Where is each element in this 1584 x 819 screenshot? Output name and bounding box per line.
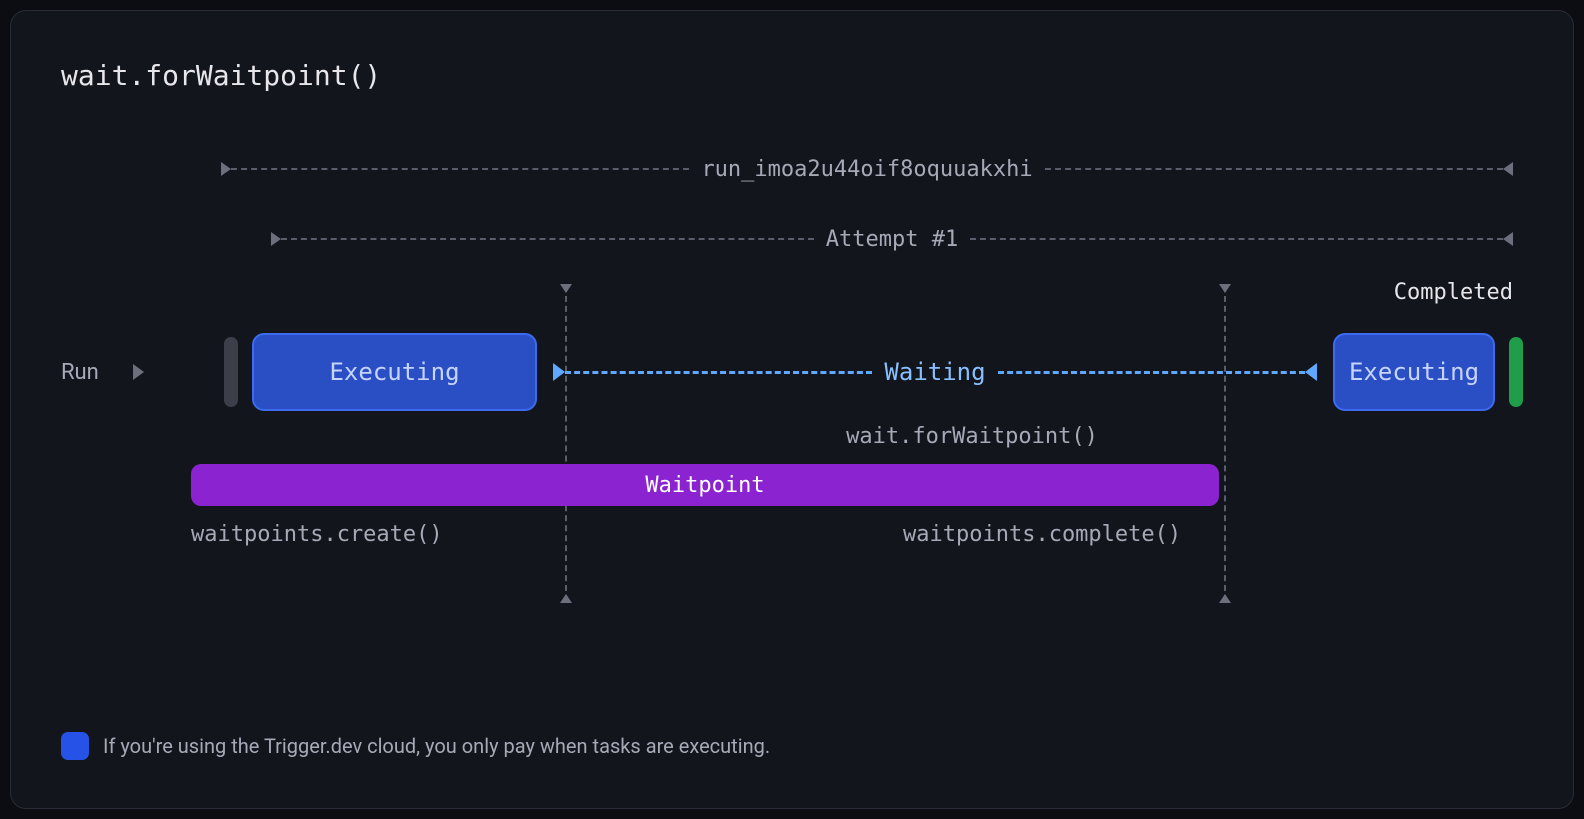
chevron-left-icon (1305, 363, 1317, 381)
completed-marker (1509, 337, 1523, 407)
timeline-diagram: run_imoa2u44oif8oquuakxhi Attempt #1 Com… (61, 152, 1523, 652)
diagram-panel: wait.forWaitpoint() run_imoa2u44oif8oquu… (10, 10, 1574, 809)
waitpoints-complete-label: waitpoints.complete() (903, 522, 1181, 547)
run-row-label: Run (61, 360, 121, 385)
span-line (281, 238, 814, 240)
stage-executing: Executing (1333, 333, 1495, 411)
chevron-left-icon (1503, 162, 1513, 176)
run-row: Run Executing Waiting Executing (61, 332, 1523, 412)
waitpoint-method-label: wait.forWaitpoint() (621, 424, 1323, 449)
info-icon (61, 732, 89, 760)
waiting-line (565, 371, 872, 374)
completed-label: Completed (1394, 280, 1513, 305)
chevron-right-icon (271, 232, 281, 246)
waitpoints-create-label: waitpoints.create() (191, 522, 443, 547)
span-line (970, 238, 1503, 240)
run-id-label: run_imoa2u44oif8oquuakxhi (689, 157, 1044, 182)
stage-waiting-span: Waiting (553, 358, 1317, 386)
span-line (1045, 168, 1503, 170)
span-line (231, 168, 689, 170)
page-title: wait.forWaitpoint() (61, 59, 1523, 92)
start-marker (224, 337, 238, 407)
chevron-left-icon (1503, 232, 1513, 246)
footer-note: If you're using the Trigger.dev cloud, y… (61, 732, 770, 760)
attempt-label: Attempt #1 (814, 227, 970, 252)
waitpoint-bar: Waitpoint (191, 464, 1219, 506)
footer-note-text: If you're using the Trigger.dev cloud, y… (103, 734, 770, 758)
span-run: run_imoa2u44oif8oquuakxhi (221, 154, 1513, 184)
play-icon (133, 364, 144, 380)
waiting-label: Waiting (872, 358, 997, 386)
span-attempt: Attempt #1 (271, 224, 1513, 254)
waiting-line (998, 371, 1305, 374)
chevron-right-icon (553, 363, 565, 381)
chevron-right-icon (221, 162, 231, 176)
stage-executing: Executing (252, 333, 537, 411)
